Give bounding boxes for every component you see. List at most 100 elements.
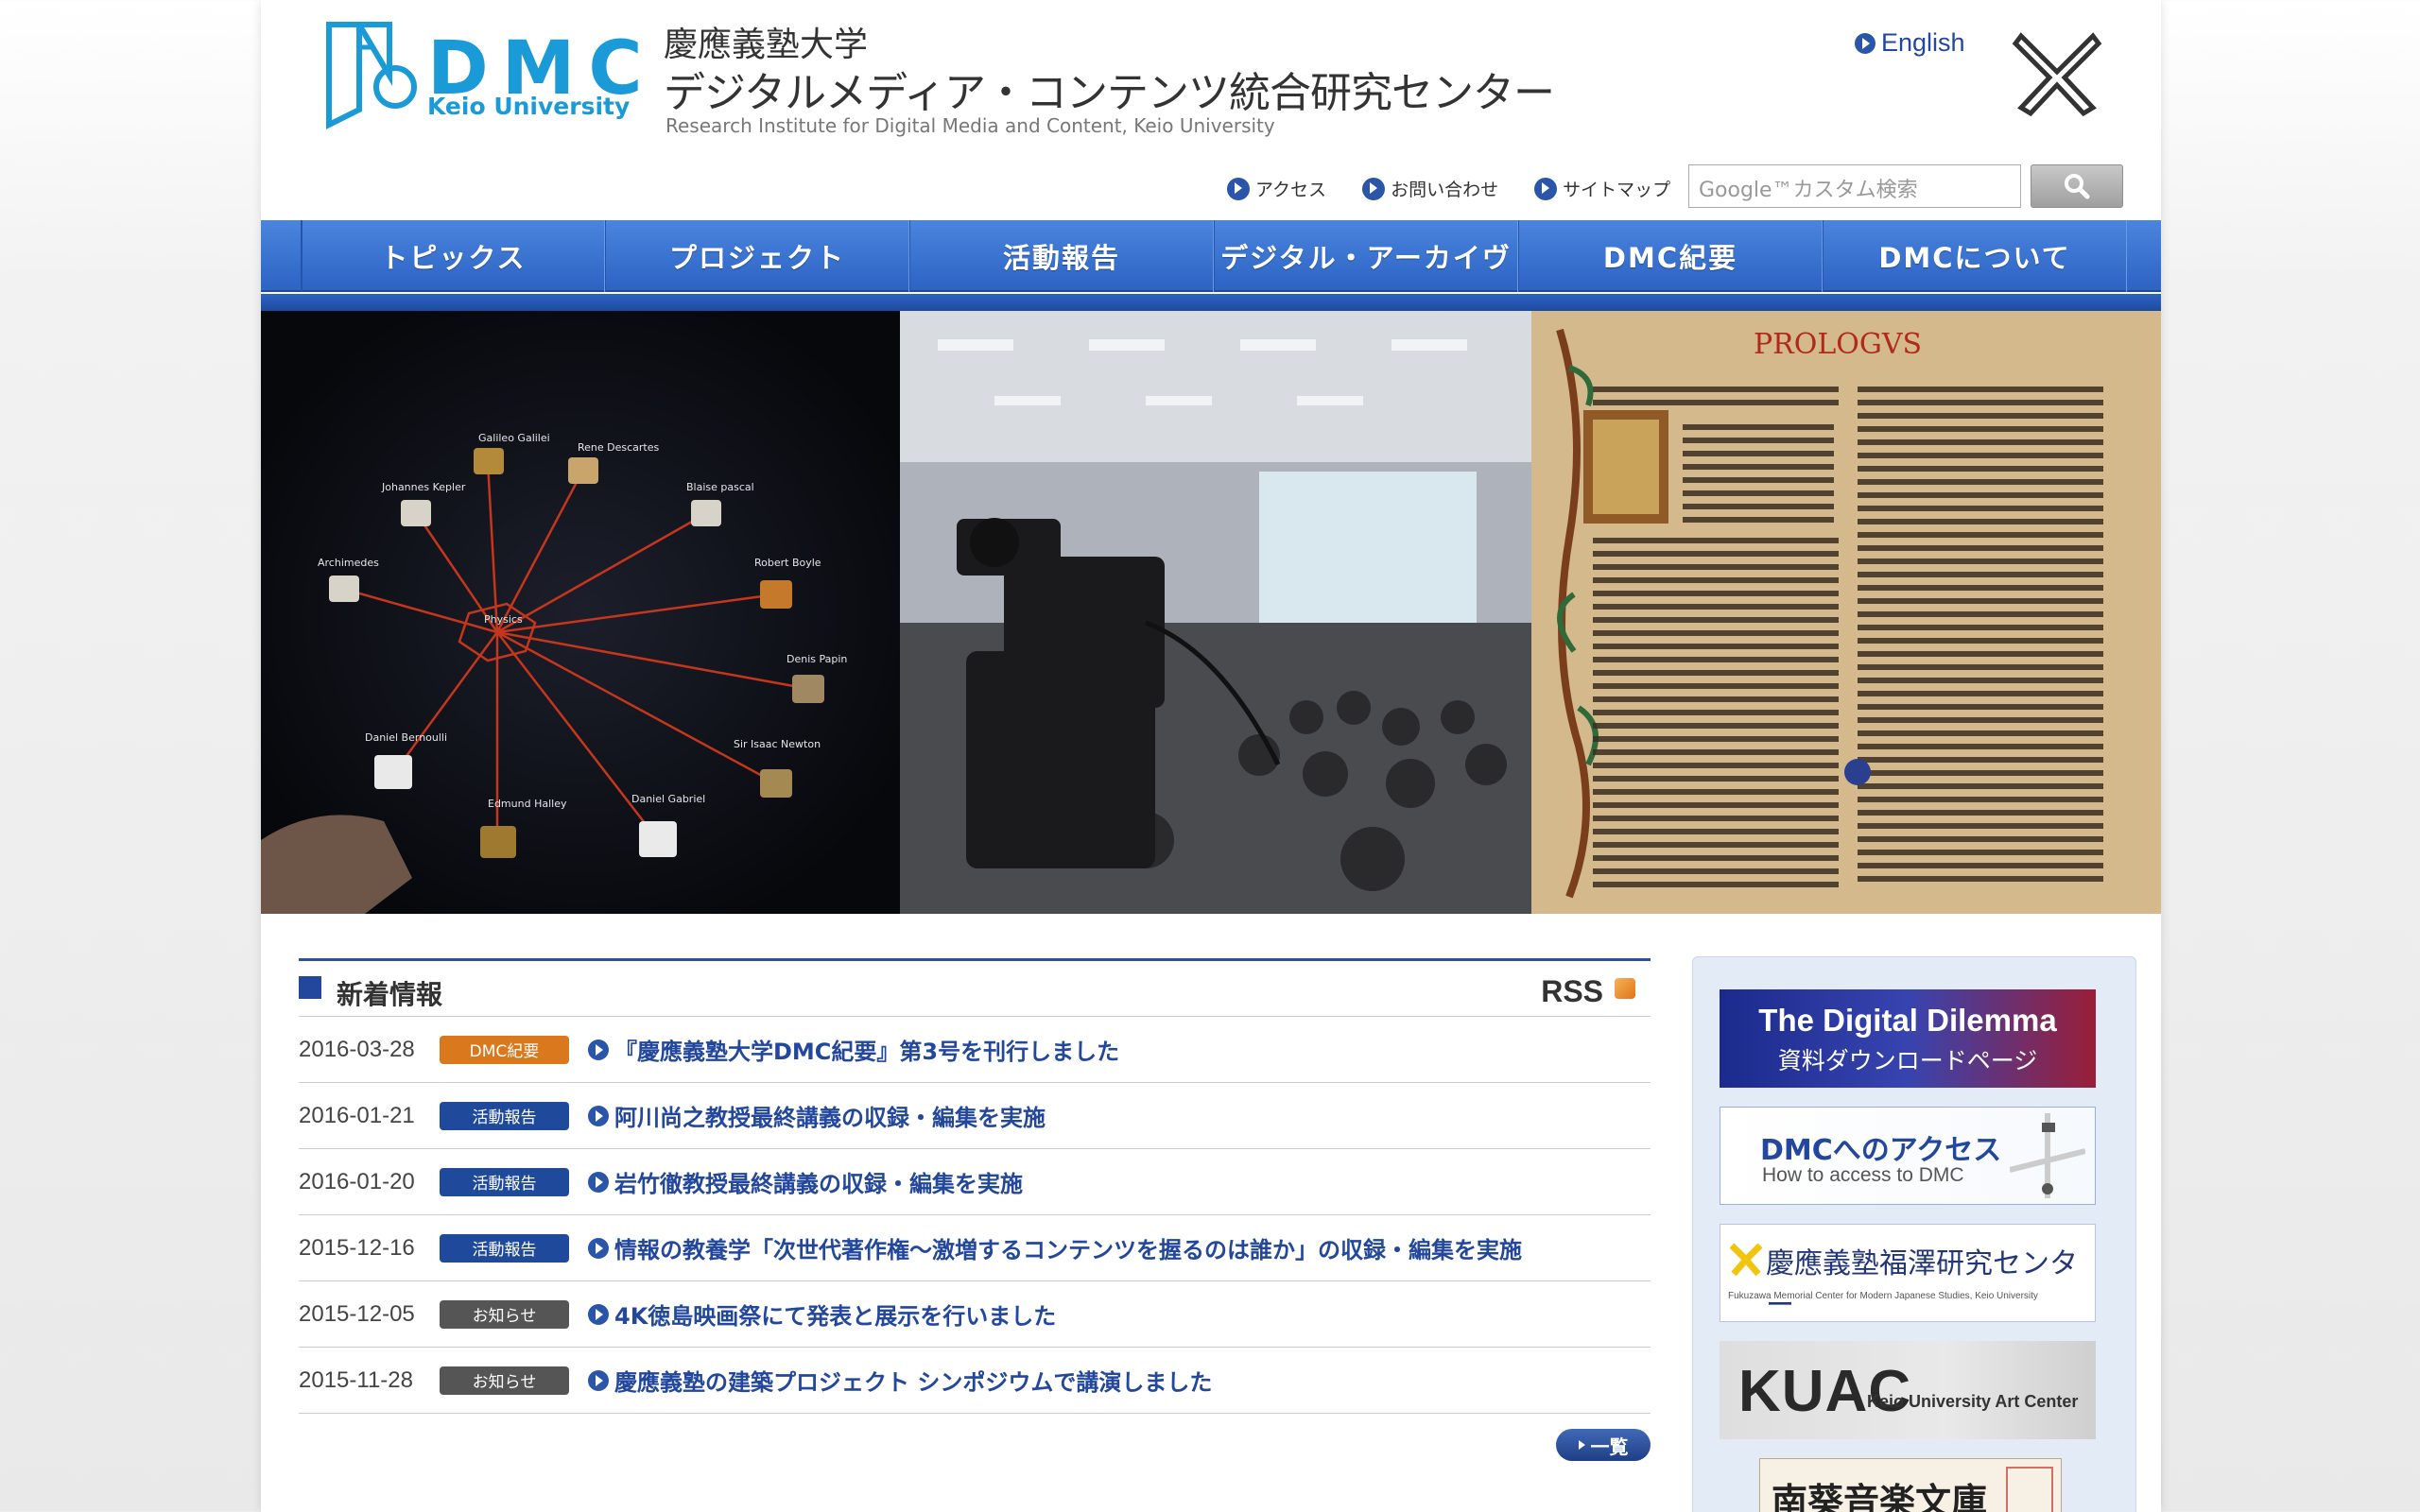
graph-label: Daniel Gabriel: [631, 793, 705, 805]
main-nav: トピックス プロジェクト 活動報告 デジタル・アーカイヴ DMC紀要 DMCにつ…: [261, 220, 2161, 292]
sidebar-banners: The Digital Dilemma 資料ダウンロードページ DMCへのアクセ…: [1692, 956, 2136, 1512]
news-link-text: 『慶應義塾大学DMC紀要』第3号を刊行しました: [614, 1039, 1120, 1065]
dmc-logo-mark-icon: [326, 22, 417, 129]
banner-kuac[interactable]: KUAC Keio University Art Center: [1720, 1341, 2096, 1439]
site-title-institute[interactable]: デジタルメディア・コンテンツ統合研究センター: [664, 59, 1555, 119]
news-link-text: 岩竹徹教授最終講義の収録・編集を実施: [614, 1171, 1023, 1197]
news-category-badge: 活動報告: [440, 1167, 569, 1196]
crossed-pens-icon: [1729, 1243, 1763, 1277]
banner-digital-dilemma[interactable]: The Digital Dilemma 資料ダウンロードページ: [1720, 989, 2096, 1088]
logo-subtext: Keio University: [427, 93, 631, 120]
banner-title: 慶應義塾福澤研究センター: [1766, 1247, 2078, 1322]
rss-link[interactable]: RSS: [1541, 974, 1603, 1009]
news-section: 新着情報 RSS 2016-03-28 DMC紀要 『慶應義塾大学DMC紀要』第…: [299, 958, 1651, 1461]
news-category-badge: DMC紀要: [440, 1035, 569, 1064]
hero-panel-gutenberg-bible: PROLOGVS: [1531, 311, 2161, 914]
news-link[interactable]: 岩竹徹教授最終講義の収録・編集を実施: [588, 1165, 1023, 1198]
arrow-right-icon: [1578, 1440, 1585, 1450]
nav-item-activity-reports[interactable]: 活動報告: [909, 220, 1214, 292]
section-marker-icon: [299, 976, 321, 999]
graph-label: Archimedes: [318, 557, 379, 569]
access-link-label: アクセス: [1255, 180, 1327, 200]
news-category-badge: 活動報告: [440, 1233, 569, 1263]
access-link[interactable]: アクセス: [1227, 176, 1326, 201]
nav-underbar: [261, 294, 2161, 311]
graph-label: Physics: [484, 613, 523, 626]
banner-subtitle: Keio University Art Center: [1867, 1392, 2079, 1411]
news-list-button[interactable]: 一覧: [1556, 1429, 1651, 1461]
english-link-label: English: [1881, 28, 1965, 57]
news-date: 2015-12-16: [299, 1234, 415, 1261]
dmc-logo[interactable]: DMC Keio University: [325, 19, 647, 132]
graph-label: Johannes Kepler: [381, 481, 466, 493]
news-link[interactable]: 阿川尚之教授最終講義の収録・編集を実施: [588, 1099, 1046, 1132]
map-icon: [2010, 1113, 2085, 1198]
banner-title: 南葵音楽文庫: [1772, 1480, 1988, 1512]
site-title-english: Research Institute for Digital Media and…: [666, 114, 1275, 137]
sitemap-link[interactable]: サイトマップ: [1534, 176, 1670, 201]
news-item: 2016-03-28 DMC紀要 『慶應義塾大学DMC紀要』第3号を刊行しました: [299, 1017, 1651, 1083]
news-date: 2016-01-20: [299, 1168, 415, 1194]
sitemap-link-label: サイトマップ: [1563, 180, 1671, 200]
graph-label: Galileo Galilei: [478, 432, 550, 444]
banner-fukuzawa-center[interactable]: 慶應義塾福澤研究センター Fukuzawa Memorial Center fo…: [1720, 1224, 2096, 1322]
graph-label: Robert Boyle: [754, 557, 821, 569]
news-date: 2016-03-28: [299, 1036, 415, 1062]
english-link[interactable]: English: [1855, 28, 1965, 58]
news-header: 新着情報 RSS: [299, 958, 1651, 1017]
news-category-badge: お知らせ: [440, 1366, 569, 1395]
news-item: 2015-11-28 お知らせ 慶應義塾の建築プロジェクト シンポジウムで講演し…: [299, 1348, 1651, 1414]
banner-subtitle: How to access to DMC: [1762, 1164, 1964, 1186]
news-link[interactable]: 『慶應義塾大学DMC紀要』第3号を刊行しました: [588, 1033, 1119, 1066]
nav-item-topics[interactable]: トピックス: [301, 220, 605, 292]
news-item: 2015-12-05 お知らせ 4K徳島映画祭にて発表と展示を行いました: [299, 1281, 1651, 1348]
keio-pen-emblem-icon[interactable]: [2008, 25, 2106, 119]
banner-title: The Digital Dilemma: [1758, 1003, 2057, 1038]
banner-dmc-access[interactable]: DMCへのアクセス How to access to DMC: [1720, 1107, 2096, 1205]
news-list-label: 一覧: [1590, 1435, 1629, 1458]
contact-link[interactable]: お問い合わせ: [1362, 176, 1498, 201]
news-link[interactable]: 4K徳島映画祭にて発表と展示を行いました: [588, 1297, 1056, 1331]
news-category-badge: お知らせ: [440, 1299, 569, 1329]
graph-label: Rene Descartes: [578, 441, 660, 454]
search-icon: [2065, 174, 2090, 199]
contact-link-label: お問い合わせ: [1391, 180, 1499, 200]
search-input[interactable]: Google™カスタム検索: [1688, 164, 2021, 208]
news-link-text: 4K徳島映画祭にて発表と展示を行いました: [614, 1303, 1057, 1330]
banner-title: DMCへのアクセス: [1760, 1134, 2002, 1167]
nav-item-dmc-bulletin[interactable]: DMC紀要: [1518, 220, 1823, 292]
news-category-badge: 活動報告: [440, 1101, 569, 1130]
banner-subtitle: 資料ダウンロードページ: [1777, 1047, 2038, 1074]
news-date: 2015-12-05: [299, 1300, 415, 1327]
nav-item-projects[interactable]: プロジェクト: [605, 220, 909, 292]
page-container: DMC Keio University 慶應義塾大学 デジタルメディア・コンテン…: [261, 0, 2161, 1512]
news-link-text: 慶應義塾の建築プロジェクト シンポジウムで講演しました: [614, 1369, 1213, 1396]
arrow-bullet-icon: [1227, 177, 1250, 200]
nav-item-digital-archive[interactable]: デジタル・アーカイヴ: [1214, 220, 1518, 292]
banner-nanki-music-library[interactable]: 南葵音楽文庫: [1759, 1458, 2062, 1512]
news-link[interactable]: 慶應義塾の建築プロジェクト シンポジウムで講演しました: [588, 1364, 1212, 1397]
hero-panel-knowledge-graph: Galileo Galilei Rene Descartes Blaise pa…: [261, 311, 900, 914]
arrow-bullet-icon: [588, 1303, 609, 1325]
news-item: 2016-01-21 活動報告 阿川尚之教授最終講義の収録・編集を実施: [299, 1083, 1651, 1149]
rss-icon[interactable]: [1615, 978, 1635, 999]
search-button[interactable]: [2031, 164, 2123, 208]
arrow-bullet-icon: [588, 1105, 609, 1126]
news-link-text: 阿川尚之教授最終講義の収録・編集を実施: [614, 1105, 1046, 1131]
hero-panel-lecture-camera: [900, 311, 1531, 914]
news-item: 2015-12-16 活動報告 情報の教養学「次世代著作権〜激増するコンテンツを…: [299, 1215, 1651, 1281]
book-heading: PROLOGVS: [1754, 328, 1922, 361]
graph-label: Denis Papin: [786, 653, 847, 665]
graph-label: Edmund Halley: [488, 798, 567, 810]
arrow-bullet-icon: [588, 1171, 609, 1193]
news-link-text: 情報の教養学「次世代著作権〜激増するコンテンツを握るのは誰か」の収録・編集を実施: [614, 1237, 1522, 1263]
news-title: 新着情報: [337, 979, 443, 1010]
nav-item-about-dmc[interactable]: DMCについて: [1823, 220, 2127, 292]
arrow-bullet-icon: [588, 1039, 609, 1060]
seal-stamp-icon: [2006, 1467, 2053, 1512]
arrow-bullet-icon: [588, 1237, 609, 1259]
arrow-bullet-icon: [1855, 32, 1876, 54]
news-link[interactable]: 情報の教養学「次世代著作権〜激増するコンテンツを握るのは誰か」の収録・編集を実施: [588, 1231, 1522, 1264]
arrow-bullet-icon: [1362, 177, 1386, 200]
banner-subtitle: Fukuzawa Memorial Center for Modern Japa…: [1728, 1291, 2038, 1301]
